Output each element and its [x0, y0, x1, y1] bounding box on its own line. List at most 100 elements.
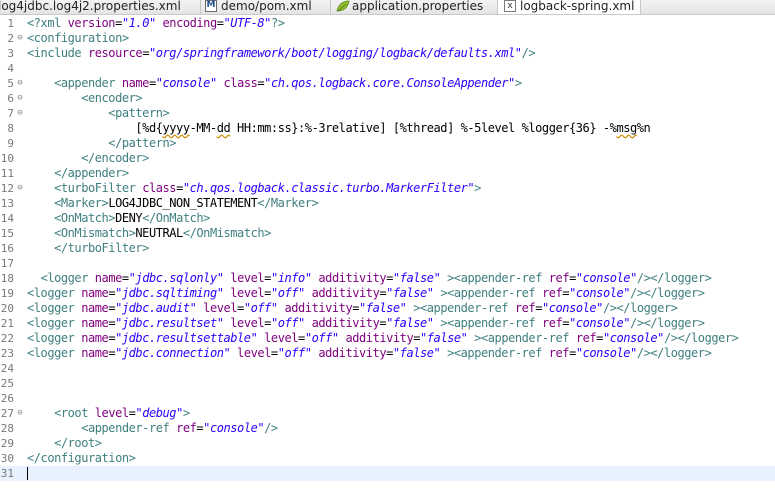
code-text: <OnMismatch>NEUTRAL</OnMismatch>	[27, 226, 271, 241]
code-token: ref	[575, 331, 597, 345]
line-number: 27	[0, 407, 14, 420]
code-token: "console"	[569, 316, 631, 330]
fold-collapse-icon[interactable]: ⊖	[15, 406, 25, 421]
code-token: <logger	[40, 271, 95, 285]
code-text: <?xml version="1.0" encoding="UTF-8"?>	[27, 16, 285, 31]
code-token: "console"	[575, 271, 637, 285]
code-token: name	[81, 346, 109, 360]
code-line[interactable]: 6 ⊖ <encoder>	[0, 91, 775, 106]
code-line[interactable]: 1 <?xml version="1.0" encoding="UTF-8"?>	[0, 16, 775, 31]
tab-pom-xml[interactable]: M demo/pom.xml	[205, 0, 312, 14]
tab-logback-spring-xml[interactable]: x logback-spring.xml	[497, 0, 642, 14]
line-number: 18	[0, 272, 14, 285]
code-token: =	[142, 46, 149, 60]
code-token: <root	[54, 406, 95, 420]
code-token: =	[176, 181, 183, 195]
code-line[interactable]: 30 </configuration>	[0, 451, 775, 466]
code-text: </encoder>	[27, 151, 149, 166]
code-line[interactable]: 25	[0, 376, 775, 391]
code-line[interactable]: 24	[0, 361, 775, 376]
line-number: 13	[0, 197, 14, 210]
code-line[interactable]: 11 </appender>	[0, 166, 775, 181]
code-line[interactable]: 29 </root>	[0, 436, 775, 451]
text-caret	[27, 467, 28, 480]
code-token: encoding	[162, 16, 218, 30]
code-line[interactable]: 19 <logger name="jdbc.sqltiming" level="o…	[0, 286, 775, 301]
code-line[interactable]: 4	[0, 61, 775, 76]
code-token: name	[121, 76, 150, 90]
code-line[interactable]: 20 <logger name="jdbc.audit" level="off" …	[0, 301, 775, 316]
code-token: "jdbc.connection"	[115, 346, 231, 360]
code-token: <logger	[27, 346, 82, 360]
code-line[interactable]: 27 ⊖ <root level="debug">	[0, 406, 775, 421]
code-token: =	[115, 16, 122, 30]
code-text: [%d{yyyy-MM-dd HH:mm:ss}:%-3relative] [%…	[27, 121, 650, 136]
code-line[interactable]: 3 <include resource="org/springframework/…	[0, 46, 775, 61]
code-token: "ch.qos.logback.classic.turbo.MarkerFilt…	[182, 181, 475, 195]
code-token: =	[270, 346, 278, 360]
tab-label: logback-spring.xml	[520, 0, 635, 13]
code-line[interactable]: 16 </turboFilter>	[0, 241, 775, 256]
code-line[interactable]: 22 <logger name = "jdbc.resultsettable" lev…	[0, 331, 775, 346]
code-line[interactable]: 9 </pattern>	[0, 136, 775, 151]
code-line[interactable]: 17	[0, 256, 775, 271]
code-token: <OnMatch>	[54, 211, 116, 225]
code-token: /></logger>	[602, 301, 678, 315]
fold-collapse-icon[interactable]: ⊖	[15, 91, 25, 106]
xml-file-icon: x	[504, 0, 516, 12]
code-token: DENY	[115, 211, 143, 225]
code-text: </configuration>	[27, 451, 136, 466]
code-line[interactable]: 8 [%d{yyyy-MM-dd HH:mm:ss}:%-3relative] …	[0, 121, 775, 136]
code-token: "off"	[277, 346, 312, 360]
xml-source-editor[interactable]: 1 <?xml version="1.0" encoding="UTF-8"?> 2…	[0, 16, 775, 501]
code-token: <logger	[27, 286, 82, 300]
code-line[interactable]: 13 <Marker>LOG4JDBC_NON_STATEMENT</Marke…	[0, 196, 775, 211]
code-token: level	[94, 406, 129, 420]
fold-collapse-icon[interactable]: ⊖	[15, 76, 25, 91]
code-line[interactable]: 2 ⊖ <configuration>	[0, 31, 775, 46]
code-line[interactable]: 31	[0, 466, 775, 481]
code-token: "off"	[270, 286, 305, 300]
code-token: "false"	[386, 316, 434, 330]
tab-log4jdbc-properties-xml[interactable]: log4jdbc.log4j2.properties.xml	[0, 0, 181, 14]
code-line[interactable]: 23 <logger name="jdbc.connection" level="…	[0, 346, 775, 361]
code-token: NEUTRAL	[135, 226, 183, 240]
code-text: <logger name="jdbc.sqltiming" level="off…	[27, 286, 705, 301]
code-line[interactable]: 10 </encoder>	[0, 151, 775, 166]
code-line[interactable]: 15 <OnMismatch>NEUTRAL</OnMismatch>	[0, 226, 775, 241]
code-token: "false"	[386, 286, 434, 300]
code-token: HH:mm:ss}:%-3relative] [%thread] %-5leve…	[230, 121, 617, 135]
code-line[interactable]: 7 ⊖ <pattern>	[0, 106, 775, 121]
code-token: "false"	[392, 271, 441, 285]
code-token: >	[474, 181, 481, 195]
tab-application-properties[interactable]: application.properties	[336, 0, 483, 14]
code-line[interactable]: 5 ⊖ <appender name="console" class="ch.qo…	[0, 76, 775, 91]
code-line[interactable]: 21 <logger name="jdbc.resultset" level="o…	[0, 316, 775, 331]
code-line[interactable]: 14 <OnMatch>DENY</OnMatch>	[0, 211, 775, 226]
code-line[interactable]: 12 ⊖ <turboFilter class="ch.qos.logback.c…	[0, 181, 775, 196]
code-text: <logger name = "jdbc.resultsettable" level…	[27, 331, 739, 346]
code-line[interactable]: 18 <logger name="jdbc.sqlonly" level="in…	[0, 271, 775, 286]
fold-collapse-icon[interactable]: ⊖	[15, 106, 25, 121]
code-token: name	[81, 331, 109, 345]
code-line[interactable]: 26	[0, 391, 775, 406]
code-token: ref	[176, 421, 197, 435]
code-text: <encoder>	[27, 91, 142, 106]
fold-collapse-icon[interactable]: ⊖	[15, 181, 25, 196]
line-number: 5	[7, 77, 14, 90]
code-line[interactable]: 28 <appender-ref ref="console"/>	[0, 421, 775, 436]
code-token: "jdbc.resultset"	[115, 316, 224, 330]
code-token: =	[264, 316, 271, 330]
code-token: "false"	[392, 346, 441, 360]
code-token: level	[230, 286, 265, 300]
fold-collapse-icon[interactable]: ⊖	[15, 31, 25, 46]
code-token: =	[352, 301, 360, 315]
code-token: level	[237, 346, 271, 360]
